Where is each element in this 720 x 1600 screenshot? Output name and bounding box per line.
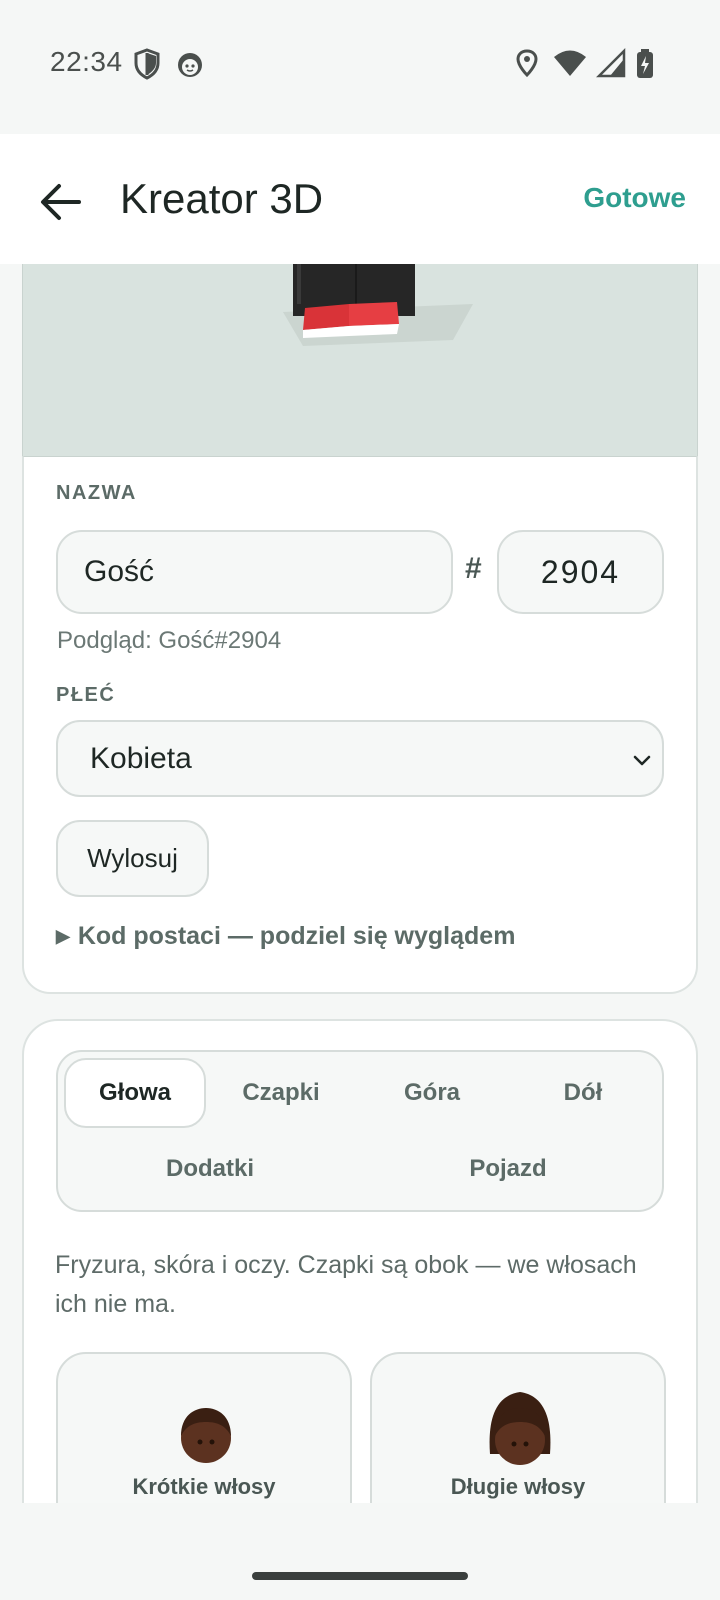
back-button[interactable] [32,174,88,230]
character-code-label: Kod postaci — podziel się wyglądem [77,922,516,950]
location-icon [516,49,538,78]
character-code-toggle[interactable]: ▶ Kod postaci — podziel się wyglądem [56,922,515,951]
status-time: 22:34 [50,46,123,77]
navigation-bar [0,1503,720,1600]
category-tabs: Głowa Czapki Góra Dół Dodatki Pojazd [56,1050,664,1212]
tab-hats[interactable]: Czapki [210,1058,352,1128]
long-hair-avatar-icon [489,1392,551,1465]
gender-select[interactable]: Kobieta [56,720,664,797]
hash-separator: # [465,552,482,585]
gender-selected-value: Kobieta [90,741,192,775]
signal-icon [596,47,626,78]
status-bar: 22:34 [0,0,720,134]
arrow-left-icon [41,184,81,220]
name-preview-text: Podgląd: Gość#2904 [57,627,282,654]
option-short-hair-label: Krótkie włosy [132,1474,276,1499]
done-button[interactable]: Gotowe [583,182,686,214]
avatar-3d-preview[interactable] [22,264,698,456]
battery-icon [637,49,653,78]
avatar-model [283,264,473,346]
name-input[interactable]: Gość [56,530,453,614]
option-long-hair-label: Długie włosy [450,1474,586,1499]
tag-number-input[interactable]: 2904 [497,530,664,614]
tab-top[interactable]: Góra [361,1058,503,1128]
disclosure-triangle-icon: ▶ [56,926,70,946]
home-indicator[interactable] [252,1572,468,1580]
tab-vehicle[interactable]: Pojazd [362,1134,654,1204]
tab-accessories[interactable]: Dodatki [64,1134,356,1204]
tab-head[interactable]: Głowa [64,1058,206,1128]
category-hint: Fryzura, skóra i oczy. Czapki są obok — … [55,1251,637,1318]
chevron-down-icon [633,755,651,766]
screen: 22:34 Kreator 3D Gotowe NAZWA Gość # 290… [0,0,720,1600]
name-section-label: NAZWA [56,482,137,504]
short-hair-avatar-icon [181,1408,231,1463]
tab-bottom[interactable]: Dół [512,1058,654,1128]
page-title: Kreator 3D [120,175,324,222]
wifi-icon [554,50,586,76]
face-icon [178,53,202,77]
shield-icon [134,48,160,80]
gender-section-label: PŁEĆ [56,684,116,706]
randomize-button[interactable]: Wylosuj [56,820,209,897]
